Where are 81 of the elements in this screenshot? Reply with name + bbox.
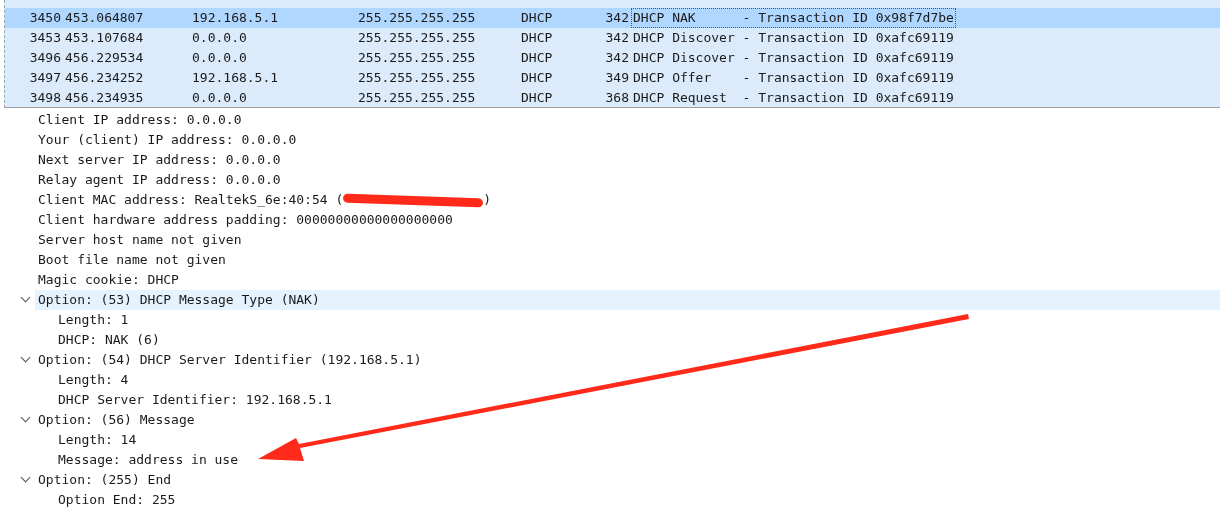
table-cell-text: 342	[604, 29, 629, 47]
table-cell-text: 3498	[28, 89, 62, 107]
tree-item-text: Option: (54) DHCP Server Identifier (192.168.5.1)	[38, 351, 422, 369]
table-cell-text: 342	[604, 49, 629, 67]
tree-row[interactable]: Length: 14	[0, 430, 1220, 450]
table-cell-text: 456.229534	[65, 49, 145, 67]
tree-item-text: Client MAC address: RealtekS_6e:40:54 (	[38, 191, 344, 209]
table-cell-text: DHCP Offer - Transaction ID 0xafc69119	[632, 69, 955, 87]
tree-row[interactable]: DHCP Server Identifier: 192.168.5.1	[0, 390, 1220, 410]
table-cell-text: 368	[604, 89, 629, 107]
tree-item-text: Magic cookie: DHCP	[38, 271, 179, 289]
table-cell-text: 3453	[28, 29, 62, 47]
packet-row[interactable]: 3453 453.107684 0.0.0.0 255.255.255.255 DHCP 342 DHCP Discover - Transaction ID 0xafc69119	[5, 28, 1220, 48]
tree-row[interactable]: Server host name not given	[0, 230, 1220, 250]
tree-row[interactable]: Option: (255) End	[0, 470, 1220, 490]
tree-row[interactable]: Your (client) IP address: 0.0.0.0	[0, 130, 1220, 150]
tree-item-text: Next server IP address: 0.0.0.0	[38, 151, 281, 169]
table-cell-text: 453.107684	[65, 29, 145, 47]
tree-row[interactable]: Next server IP address: 0.0.0.0	[0, 150, 1220, 170]
table-cell-text: 3497	[28, 69, 62, 87]
tree-row[interactable]: Option: (54) DHCP Server Identifier (192.168.5.1)	[0, 350, 1220, 370]
packet-row[interactable]: 3497 456.234252 192.168.5.1 255.255.255.255 DHCP 349 DHCP Offer - Transaction ID 0xafc69119	[5, 68, 1220, 88]
table-cell-text: 342	[604, 9, 629, 27]
tree-item-text: Option End: 255	[58, 491, 176, 509]
tree-item-text: DHCP: NAK (6)	[58, 331, 160, 349]
table-cell-text: 255.255.255.255	[358, 89, 477, 107]
table-cell-text: 453.064807	[65, 9, 145, 27]
tree-row[interactable]: Option: (56) Message	[0, 410, 1220, 430]
tree-row[interactable]: Option End: 255	[0, 490, 1220, 510]
table-cell-text: 0.0.0.0	[192, 29, 248, 47]
tree-item-text: Option: (255) End	[38, 471, 172, 489]
table-cell-text: DHCP Request - Transaction ID 0xafc69119	[632, 89, 955, 107]
tree-row[interactable]: Length: 1	[0, 310, 1220, 330]
packet-row[interactable]: 3450 453.064807 192.168.5.1 255.255.255.255 DHCP 342 DHCP NAK - Transaction ID 0x98f7d7be	[5, 8, 1220, 28]
table-cell-text: 255.255.255.255	[358, 49, 477, 67]
table-cell-text: DHCP	[521, 9, 554, 27]
table-cell-text: 0.0.0.0	[192, 49, 248, 67]
tree-row[interactable]: Length: 4	[0, 370, 1220, 390]
tree-item-text: Length: 4	[58, 371, 129, 389]
tree-item-text: Client hardware address padding: 00000000000000000000	[38, 211, 453, 229]
tree-item-text: )	[483, 191, 492, 209]
tree-item-text: Option: (53) DHCP Message Type (NAK)	[38, 291, 320, 309]
tree-item-text: Length: 14	[58, 431, 137, 449]
tree-item-text: Client IP address: 0.0.0.0	[38, 111, 242, 129]
tree-row[interactable]: Relay agent IP address: 0.0.0.0	[0, 170, 1220, 190]
table-cell-text: DHCP Discover - Transaction ID 0xafc69119	[632, 29, 955, 47]
tree-row[interactable]: DHCP: NAK (6)	[0, 330, 1220, 350]
packet-row[interactable]: 3498 456.234935 0.0.0.0 255.255.255.255 DHCP 368 DHCP Request - Transaction ID 0xafc69119	[5, 88, 1220, 107]
tree-item-text: DHCP Server Identifier: 192.168.5.1	[58, 391, 332, 409]
table-cell: DHCP NAK - Transaction ID 0x98f7d7be	[631, 8, 956, 28]
tree-row[interactable]: Boot file name not given	[0, 250, 1220, 270]
table-cell-text: 255.255.255.255	[358, 69, 477, 87]
tree-row[interactable]: Option: (53) DHCP Message Type (NAK)	[35, 290, 1220, 310]
tree-item-text: Boot file name not given	[38, 251, 226, 269]
tree-item-text: Length: 1	[58, 311, 129, 329]
tree-item-text: Relay agent IP address: 0.0.0.0	[38, 171, 281, 189]
table-cell-text: DHCP	[521, 69, 554, 87]
tree-row[interactable]: Magic cookie: DHCP	[0, 270, 1220, 290]
table-cell-text: DHCP Discover - Transaction ID 0xafc69119	[632, 49, 955, 67]
table-cell-text: DHCP	[521, 89, 554, 107]
tree-item-text: Message: address in use	[58, 451, 238, 469]
table-cell-text: 192.168.5.1	[192, 9, 280, 27]
tree-row[interactable]: Message: address in use	[0, 450, 1220, 470]
table-cell-text: DHCP	[521, 49, 554, 67]
tree-row[interactable]: Client hardware address padding: 00000000000000000000	[0, 210, 1220, 230]
table-cell-text: 349	[604, 69, 629, 87]
table-cell-text: DHCP	[521, 29, 554, 47]
table-cell-text: 456.234252	[65, 69, 145, 87]
table-cell-text: 255.255.255.255	[358, 29, 477, 47]
tree-row[interactable]: Client MAC address: RealtekS_6e:40:54 ( )	[0, 190, 1220, 210]
table-cell-text: 192.168.5.1	[192, 69, 280, 87]
table-cell-text: 0.0.0.0	[192, 89, 248, 107]
packet-row[interactable]: 3496 456.229534 0.0.0.0 255.255.255.255 DHCP 342 DHCP Discover - Transaction ID 0xafc69119	[5, 48, 1220, 68]
table-cell-text: 255.255.255.255	[358, 9, 477, 27]
table-cell-text: 456.234935	[65, 89, 145, 107]
tree-row[interactable]: Client IP address: 0.0.0.0	[0, 110, 1220, 130]
table-cell-text: 3496	[28, 49, 62, 67]
tree-item-text: Your (client) IP address: 0.0.0.0	[38, 131, 297, 149]
table-cell-text: 3450	[28, 9, 62, 27]
tree-item-text: Option: (56) Message	[38, 411, 195, 429]
tree-item-text: Server host name not given	[38, 231, 242, 249]
